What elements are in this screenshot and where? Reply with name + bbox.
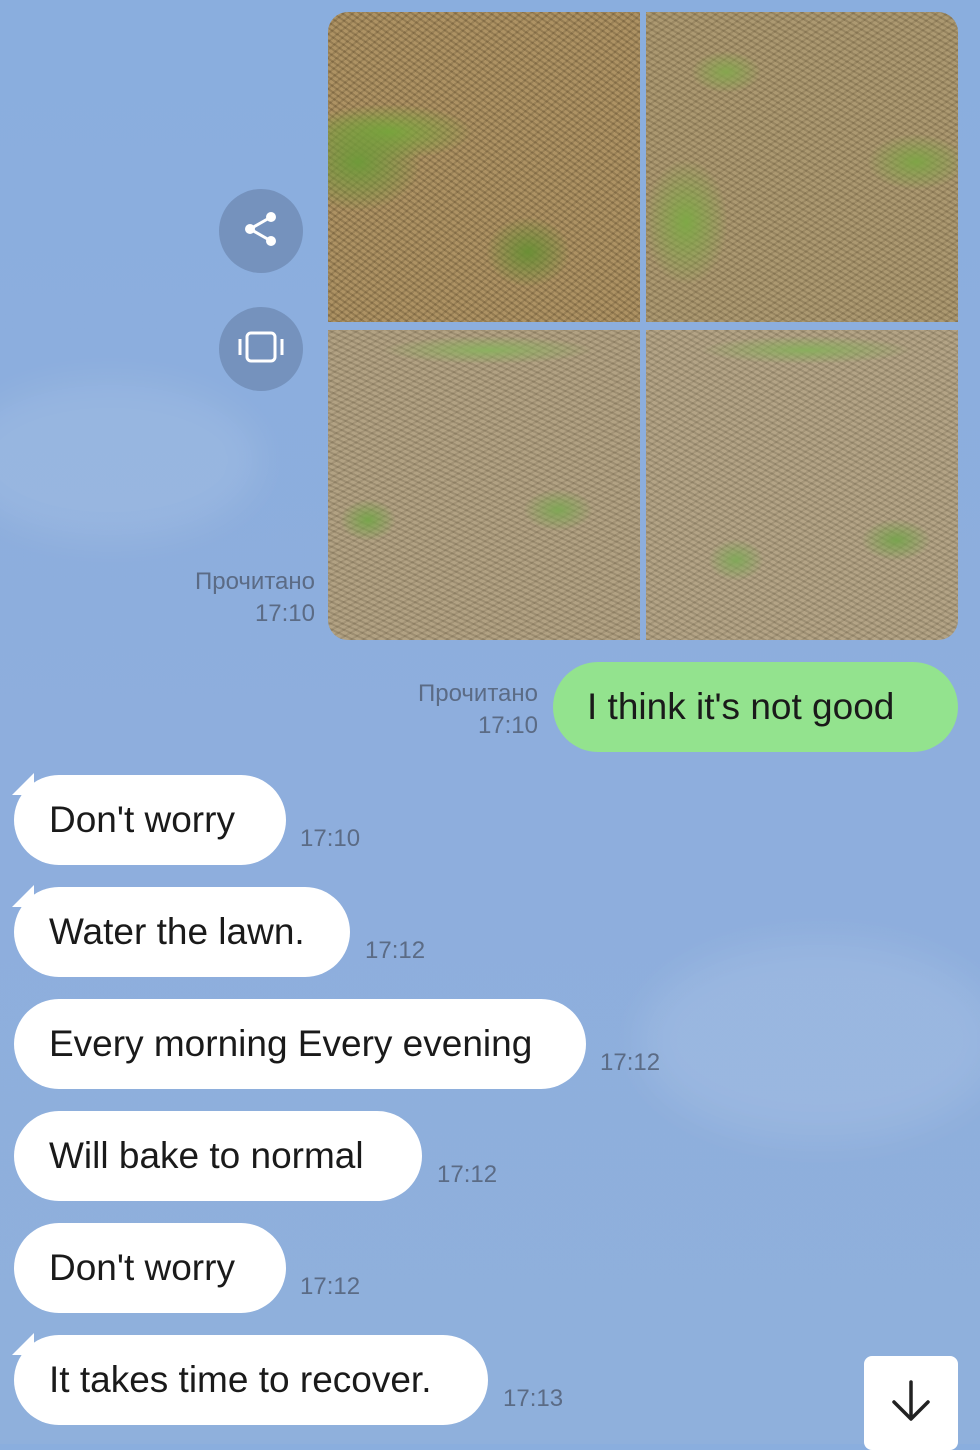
gallery-button[interactable] (219, 307, 303, 391)
read-status: Прочитано (195, 568, 315, 595)
lawn-photo-2[interactable] (646, 12, 958, 322)
message-text: Don't worry (49, 1247, 235, 1288)
incoming-message-bubble[interactable]: Don't worry (14, 1223, 286, 1313)
share-icon (241, 209, 281, 254)
scroll-to-bottom-button[interactable] (864, 1356, 958, 1450)
message-text: Will bake to normal (49, 1135, 364, 1176)
message-time: 17:12 (437, 1161, 498, 1188)
message-text: It takes time to recover. (49, 1359, 432, 1400)
incoming-message-bubble[interactable]: It takes time to recover. (12, 1333, 488, 1425)
photo-message-meta: Прочитано 17:10 (150, 566, 315, 630)
message-text: Every morning Every evening (49, 1023, 533, 1064)
message-time: 17:10 (477, 712, 538, 739)
read-status: Прочитано (418, 680, 538, 707)
lawn-photo-3[interactable] (328, 330, 640, 640)
outgoing-message-bubble[interactable]: I think it's not good (553, 662, 958, 752)
message-time: 17:10 (254, 600, 315, 627)
arrow-down-icon (888, 1378, 934, 1429)
outgoing-message-meta: Прочитано 17:10 (370, 678, 538, 742)
background-cloud (0, 380, 260, 540)
gallery-icon (237, 330, 285, 369)
share-button[interactable] (219, 189, 303, 273)
bubble-tail (12, 773, 34, 795)
incoming-message-bubble[interactable]: Will bake to normal (14, 1111, 422, 1201)
message-time: 17:12 (600, 1049, 661, 1076)
incoming-message-bubble[interactable]: Water the lawn. (12, 885, 350, 977)
lawn-photo-1[interactable] (328, 12, 640, 322)
bubble-tail (12, 1333, 34, 1355)
message-text: Don't worry (49, 799, 235, 840)
bubble-tail (12, 885, 34, 907)
background-cloud (640, 940, 980, 1140)
message-text: I think it's not good (587, 686, 895, 727)
message-time: 17:12 (300, 1273, 361, 1300)
message-time: 17:13 (503, 1385, 564, 1412)
message-text: Water the lawn. (49, 911, 305, 952)
lawn-photo-4[interactable] (646, 330, 958, 640)
photo-album[interactable] (328, 12, 958, 640)
message-time: 17:10 (300, 825, 361, 852)
incoming-message-bubble[interactable]: Don't worry (12, 773, 286, 865)
message-time: 17:12 (365, 937, 426, 964)
incoming-message-bubble[interactable]: Every morning Every evening (14, 999, 586, 1089)
